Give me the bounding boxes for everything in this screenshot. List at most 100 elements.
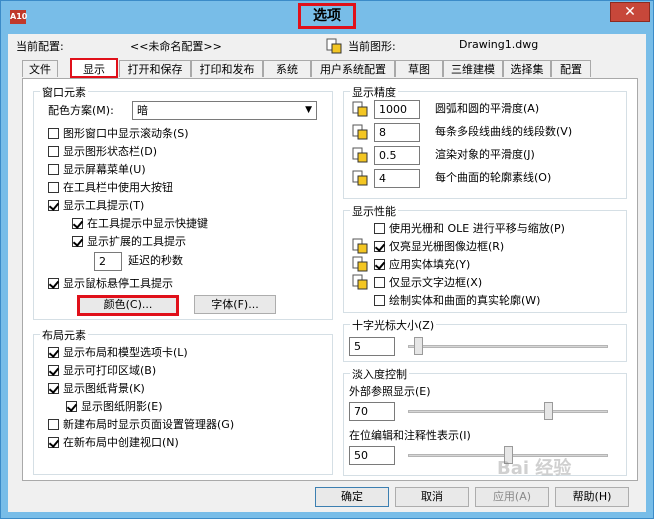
drawing-saved-icon	[352, 147, 368, 163]
checkbox-box[interactable]	[48, 365, 59, 376]
tab-system[interactable]: 系统	[263, 60, 311, 77]
options-dialog: A10 选项 ✕ 当前配置: <<未命名配置>> 当前图形: Drawing1.…	[0, 0, 654, 519]
checkbox-create-viewport[interactable]: 在新布局中创建视口(N)	[48, 435, 179, 451]
checkbox-label: 仅显示文字边框(X)	[389, 276, 483, 289]
checkbox-label: 显示工具提示(T)	[63, 199, 145, 212]
checkbox-label: 在工具提示中显示快捷键	[87, 217, 208, 230]
tab-plot-publish[interactable]: 打印和发布	[191, 60, 263, 77]
checkbox-screen-menu[interactable]: 显示屏幕菜单(U)	[48, 162, 146, 178]
xref-fade-slider-thumb[interactable]	[544, 402, 553, 420]
checkbox-box[interactable]	[374, 223, 385, 234]
checkbox-box[interactable]	[48, 419, 59, 430]
checkbox-box[interactable]	[48, 164, 59, 175]
checkbox-box[interactable]	[72, 236, 83, 247]
checkbox-label: 显示扩展的工具提示	[87, 235, 186, 248]
checkbox-box[interactable]	[48, 128, 59, 139]
tab-open-save[interactable]: 打开和保存	[119, 60, 191, 77]
checkbox-box[interactable]	[48, 182, 59, 193]
drawing-saved-icon	[352, 256, 368, 272]
checkbox-box[interactable]	[48, 347, 59, 358]
display-performance-title: 显示性能	[350, 203, 398, 219]
checkbox-box[interactable]	[374, 295, 385, 306]
dialog-title: 选项	[298, 3, 356, 29]
checkbox-raster-ole[interactable]: 使用光栅和 OLE 进行平移与缩放(P)	[374, 221, 565, 237]
tab-display[interactable]: 显示	[70, 58, 118, 78]
current-profile-value: <<未命名配置>>	[130, 40, 222, 53]
checkbox-box[interactable]	[374, 241, 385, 252]
colors-button[interactable]: 颜色(C)...	[77, 295, 179, 316]
crosshair-size-slider-thumb[interactable]	[414, 337, 423, 355]
title-bar: A10 选项 ✕	[1, 1, 653, 35]
checkbox-true-silhouettes[interactable]: 绘制实体和曲面的真实轮廓(W)	[374, 293, 540, 309]
help-button[interactable]: 帮助(H)	[555, 487, 629, 507]
checkbox-printable-area[interactable]: 显示可打印区域(B)	[48, 363, 156, 379]
delay-seconds-input[interactable]: 2	[94, 252, 122, 271]
checkbox-label: 应用实体填充(Y)	[389, 258, 471, 271]
tab-user-preferences[interactable]: 用户系统配置	[311, 60, 395, 77]
checkbox-box[interactable]	[72, 218, 83, 229]
tab-drafting[interactable]: 草图	[395, 60, 443, 77]
current-profile-label: 当前配置:	[16, 40, 64, 53]
checkbox-label: 绘制实体和曲面的真实轮廓(W)	[389, 294, 541, 307]
checkbox-box[interactable]	[48, 278, 59, 289]
checkbox-paper-shadow[interactable]: 显示图纸阴影(E)	[66, 399, 163, 415]
contour-lines-input[interactable]: 4	[374, 169, 420, 188]
checkbox-solid-fill[interactable]: 应用实体填充(Y)	[374, 257, 470, 273]
polyline-segments-label: 每条多段线曲线的线段数(V)	[435, 125, 573, 138]
fade-control-group: 淡入度控制 外部参照显示(E) 70 在位编辑和注释性表示(I) 50	[343, 366, 627, 476]
delay-seconds-label: 延迟的秒数	[128, 254, 183, 267]
tab-profiles[interactable]: 配置	[551, 60, 591, 77]
arc-smoothness-input[interactable]: 1000	[374, 100, 420, 119]
checkbox-label: 显示布局和模型选项卡(L)	[63, 346, 188, 359]
drawing-saved-icon	[352, 170, 368, 186]
drawing-saved-icon	[352, 124, 368, 140]
window-elements-title: 窗口元素	[40, 84, 88, 100]
checkbox-label: 在新布局中创建视口(N)	[63, 436, 179, 449]
tab-files[interactable]: 文件	[22, 60, 58, 77]
checkbox-page-setup-manager[interactable]: 新建布局时显示页面设置管理器(G)	[48, 417, 234, 433]
apply-button[interactable]: 应用(A)	[475, 487, 549, 507]
checkbox-scrollbars[interactable]: 图形窗口中显示滚动条(S)	[48, 126, 189, 142]
autocad-app-icon: A10	[10, 10, 27, 24]
color-scheme-select[interactable]: 暗 ▼	[132, 101, 317, 120]
checkbox-box[interactable]	[48, 383, 59, 394]
checkbox-box[interactable]	[374, 277, 385, 288]
window-elements-group: 窗口元素 配色方案(M): 暗 ▼ 图形窗口中显示滚动条(S) 显示图形状态栏(…	[33, 84, 333, 320]
close-icon[interactable]: ✕	[610, 2, 650, 22]
cancel-button[interactable]: 取消	[395, 487, 469, 507]
checkbox-shortcut-keys[interactable]: 在工具提示中显示快捷键	[72, 216, 208, 232]
checkbox-box[interactable]	[66, 401, 77, 412]
checkbox-text-frame[interactable]: 仅显示文字边框(X)	[374, 275, 482, 291]
current-drawing-label: 当前图形:	[348, 40, 396, 53]
checkbox-rollover-tooltips[interactable]: 显示鼠标悬停工具提示	[48, 276, 173, 292]
checkbox-box[interactable]	[374, 259, 385, 270]
drawing-saved-icon	[352, 238, 368, 254]
checkbox-raster-frame[interactable]: 仅亮显光栅图像边框(R)	[374, 239, 504, 255]
checkbox-box[interactable]	[48, 437, 59, 448]
checkbox-layout-tabs[interactable]: 显示布局和模型选项卡(L)	[48, 345, 188, 361]
polyline-segments-input[interactable]: 8	[374, 123, 420, 142]
checkbox-box[interactable]	[48, 146, 59, 157]
checkbox-box[interactable]	[48, 200, 59, 211]
checkbox-status-bar[interactable]: 显示图形状态栏(D)	[48, 144, 157, 160]
checkbox-paper-background[interactable]: 显示图纸背景(K)	[48, 381, 145, 397]
checkbox-tooltips[interactable]: 显示工具提示(T)	[48, 198, 144, 214]
tab-3d-modeling[interactable]: 三维建模	[443, 60, 503, 77]
drawing-saved-icon	[352, 101, 368, 117]
crosshair-size-slider-track[interactable]	[408, 345, 608, 348]
display-resolution-title: 显示精度	[350, 84, 398, 100]
checkbox-extended-tooltips[interactable]: 显示扩展的工具提示	[72, 234, 186, 250]
xref-fade-label: 外部参照显示(E)	[349, 385, 431, 398]
crosshair-size-input[interactable]: 5	[349, 337, 395, 356]
chevron-down-icon: ▼	[305, 105, 312, 115]
xref-fade-slider-track[interactable]	[408, 410, 608, 413]
tab-selection[interactable]: 选择集	[503, 60, 551, 77]
checkbox-large-buttons[interactable]: 在工具栏中使用大按钮	[48, 180, 173, 196]
arc-smoothness-label: 圆弧和圆的平滑度(A)	[435, 102, 540, 115]
layout-elements-group: 布局元素 显示布局和模型选项卡(L) 显示可打印区域(B) 显示图纸背景(K) …	[33, 327, 333, 475]
render-smoothness-input[interactable]: 0.5	[374, 146, 420, 165]
ok-button[interactable]: 确定	[315, 487, 389, 507]
inplace-fade-input[interactable]: 50	[349, 446, 395, 465]
xref-fade-input[interactable]: 70	[349, 402, 395, 421]
fonts-button[interactable]: 字体(F)...	[194, 295, 276, 314]
